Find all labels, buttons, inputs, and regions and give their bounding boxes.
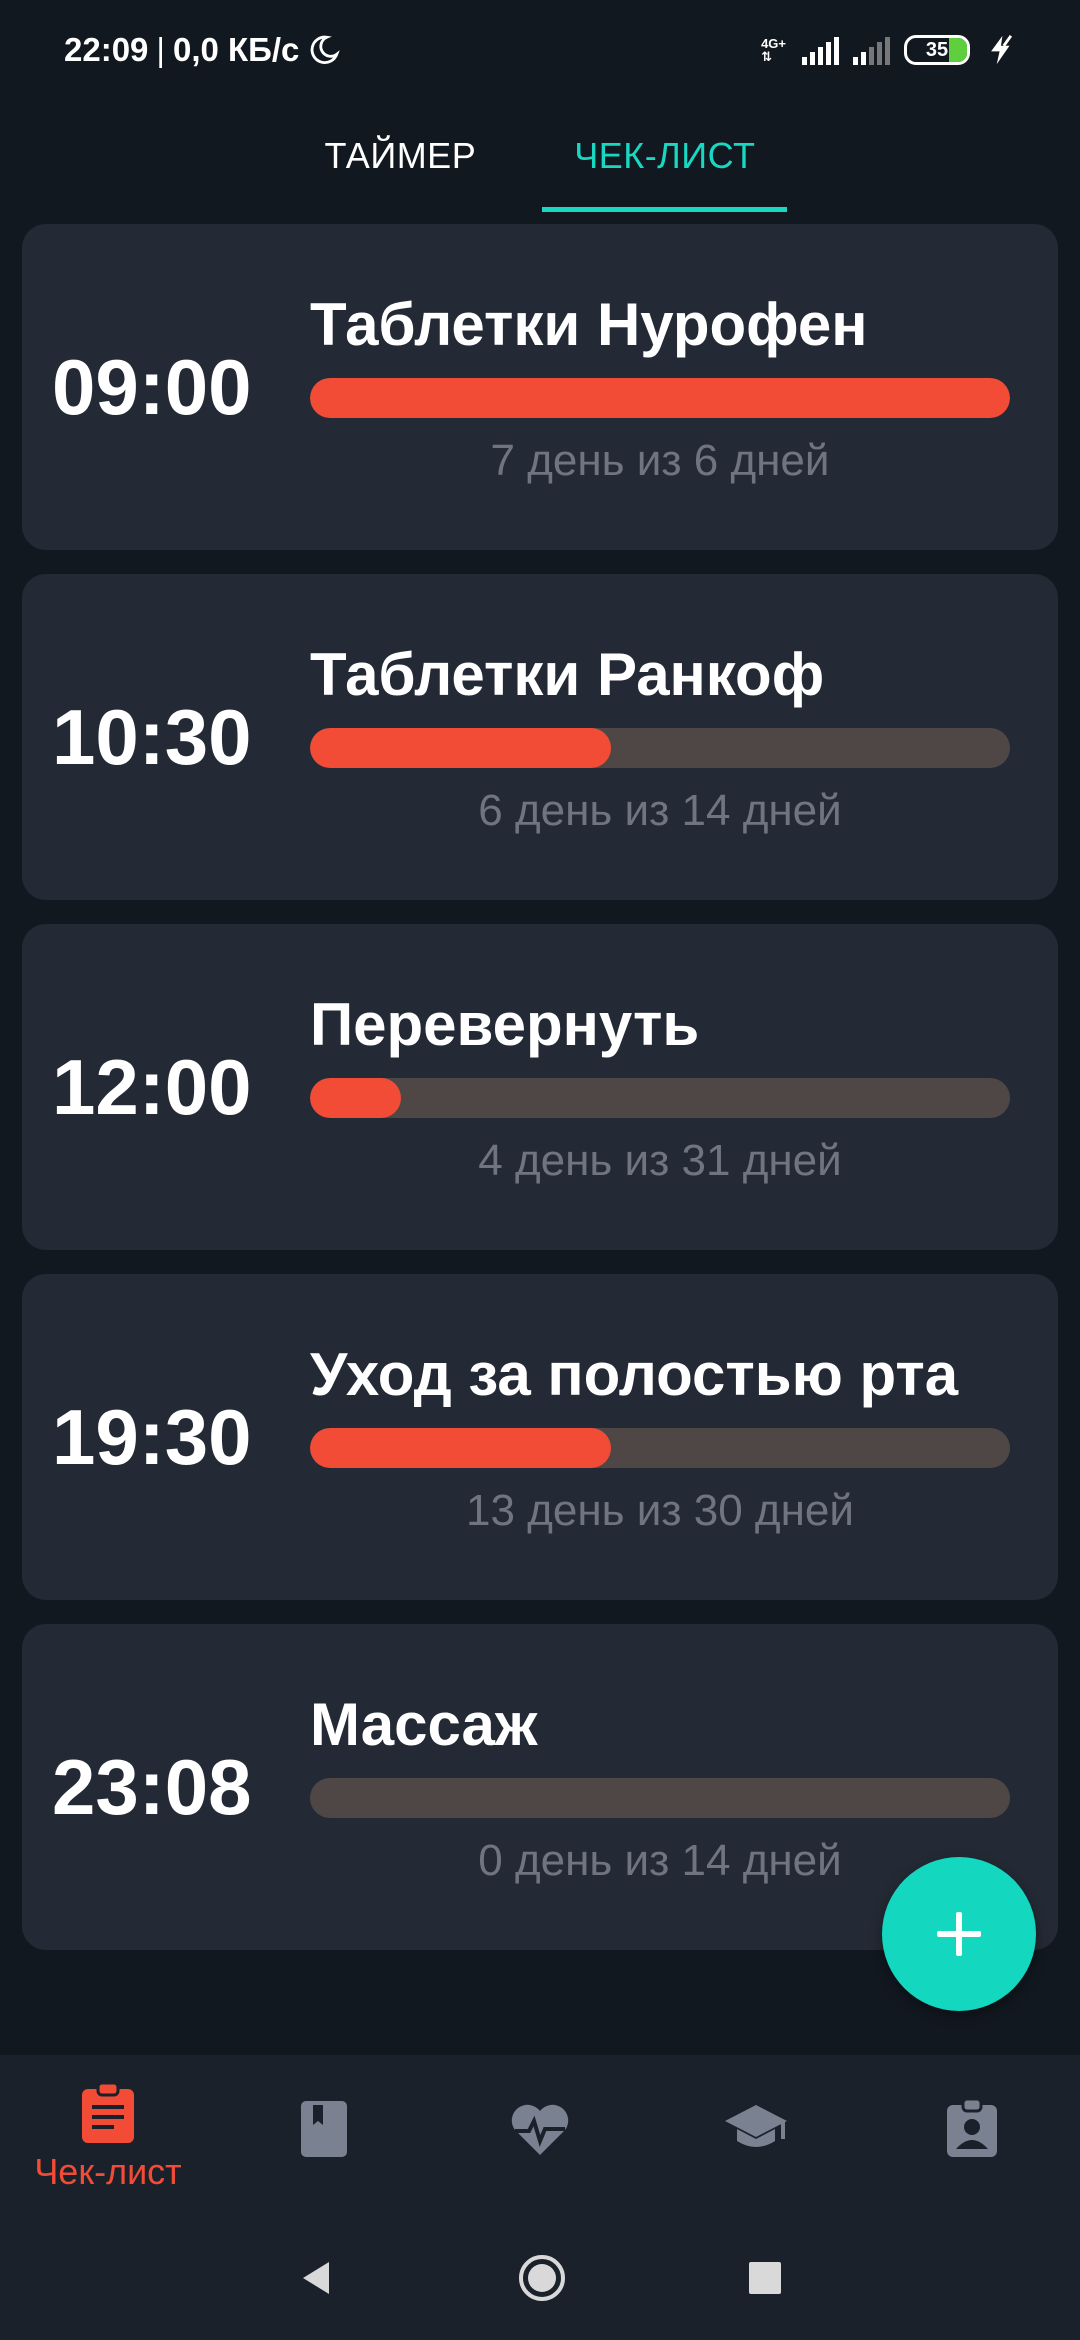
recents-icon[interactable] [747, 2260, 783, 2296]
tab-bar: ТАЙМЕР ЧЕК-ЛИСТ [0, 100, 1080, 212]
nav-profile[interactable] [864, 2055, 1080, 2215]
task-progress-text: 4 день из 31 дней [478, 1136, 842, 1185]
tab-checklist[interactable]: ЧЕК-ЛИСТ [542, 100, 788, 212]
nav-book[interactable] [216, 2055, 432, 2215]
task-progress-bar [310, 378, 1010, 418]
task-title: Уход за полостью рта [310, 1341, 959, 1408]
book-icon [301, 2101, 347, 2157]
nav-health[interactable] [432, 2055, 648, 2215]
status-time: 22:09 [64, 31, 149, 68]
battery-level: 35 [925, 38, 949, 61]
task-progress-bar [310, 1778, 1010, 1818]
status-left: 22:09 | 0,0 КБ/с [64, 31, 341, 69]
task-title: Массаж [310, 1691, 538, 1758]
plus-icon [937, 1912, 981, 1956]
task-time: 10:30 [52, 692, 252, 781]
battery-icon: 35 [904, 35, 970, 65]
nav-checklist[interactable]: Чек-лист [0, 2055, 216, 2215]
task-progress-bar [310, 1078, 1010, 1118]
signal-icon [802, 35, 839, 65]
task-list: 09:00 Таблетки Нурофен 7 день из 6 дней … [22, 224, 1058, 1974]
nav-checklist-label: Чек-лист [34, 2151, 182, 2192]
status-separator: | [156, 31, 165, 68]
task-time: 23:08 [52, 1742, 252, 1831]
graduation-cap-icon [725, 2105, 787, 2147]
task-time: 09:00 [52, 342, 252, 431]
task-progress-text: 13 день из 30 дней [466, 1486, 854, 1535]
task-title: Перевернуть [310, 991, 700, 1058]
moon-icon [311, 35, 341, 64]
status-bar: 22:09 | 0,0 КБ/с 4G+ ⇅ 35 [0, 0, 1080, 100]
status-speed: 0,0 КБ/с [172, 31, 300, 68]
home-icon[interactable] [517, 2253, 567, 2303]
status-right: 4G+ ⇅ 35 [761, 33, 1018, 67]
task-title: Таблетки Ранкоф [310, 641, 825, 708]
badge-icon [947, 2097, 997, 2157]
task-progress-bar [310, 728, 1010, 768]
task-card[interactable]: 12:00 Перевернуть 4 день из 31 дней [22, 924, 1058, 1250]
tab-timer[interactable]: ТАЙМЕР [293, 100, 509, 212]
task-progress-text: 7 день из 6 дней [490, 436, 830, 485]
bottom-nav: Чек-лист [0, 2055, 1080, 2215]
heart-pulse-icon [511, 2104, 569, 2155]
signal-icon-secondary [853, 35, 890, 65]
back-icon[interactable] [297, 2258, 337, 2298]
task-time: 19:30 [52, 1392, 252, 1481]
nav-education[interactable] [648, 2055, 864, 2215]
task-time: 12:00 [52, 1042, 252, 1131]
task-card[interactable]: 09:00 Таблетки Нурофен 7 день из 6 дней [22, 224, 1058, 550]
charging-icon [991, 35, 1013, 65]
task-title: Таблетки Нурофен [310, 291, 868, 358]
network-type: 4G+ ⇅ [761, 36, 786, 64]
clipboard-icon [82, 2081, 134, 2143]
task-card[interactable]: 10:30 Таблетки Ранкоф 6 день из 14 дней [22, 574, 1058, 900]
system-nav [0, 2215, 1080, 2340]
task-card[interactable]: 19:30 Уход за полостью рта 13 день из 30… [22, 1274, 1058, 1600]
task-progress-bar [310, 1428, 1010, 1468]
task-progress-text: 6 день из 14 дней [478, 786, 842, 835]
add-task-button[interactable] [882, 1857, 1036, 2011]
